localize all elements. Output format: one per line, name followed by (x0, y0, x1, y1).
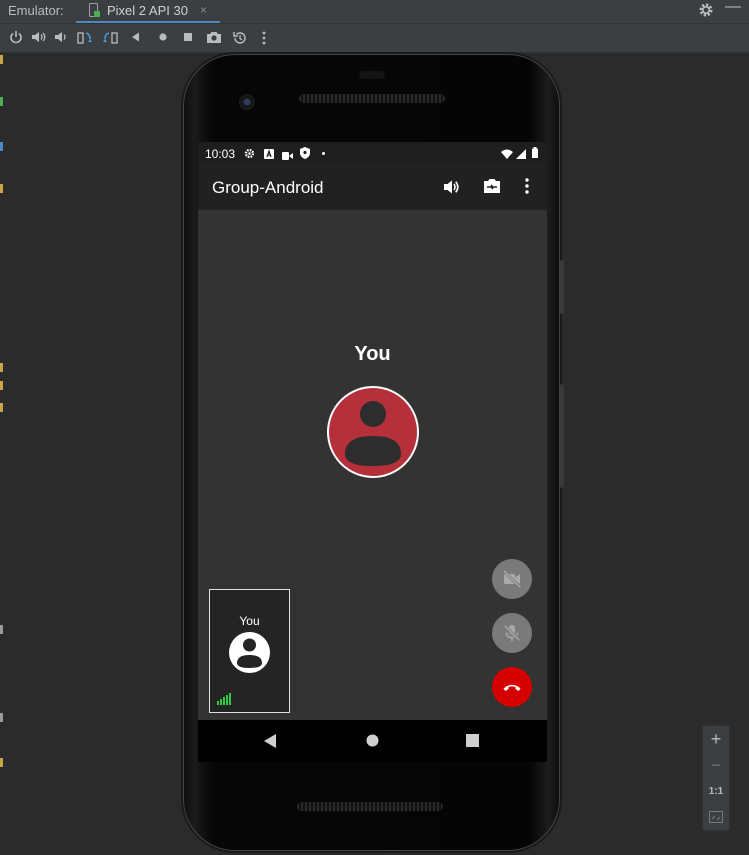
cell-signal-icon (516, 148, 526, 162)
a-notification-icon (264, 148, 274, 162)
emulator-toolbar (0, 24, 749, 53)
self-preview-name: You (239, 614, 260, 628)
device-tab[interactable]: Pixel 2 API 30 × (76, 0, 220, 23)
rotate-right-icon[interactable] (103, 30, 119, 46)
minimize-icon[interactable]: — (725, 0, 741, 16)
video-notification-icon (282, 149, 293, 163)
zoom-in-button[interactable]: + (703, 729, 729, 750)
switch-camera-icon[interactable] (482, 177, 502, 200)
power-icon[interactable] (9, 30, 25, 46)
settings-notification-icon (244, 148, 255, 162)
settings-gear-icon[interactable] (698, 2, 714, 23)
bottom-speaker-grille (297, 802, 443, 811)
zoom-controls: + − 1:1 (702, 725, 730, 831)
self-preview-avatar (229, 632, 270, 673)
power-side-button[interactable] (560, 260, 564, 314)
speaker-icon[interactable] (442, 178, 460, 201)
toggle-video-button[interactable] (492, 559, 532, 599)
overflow-menu-icon[interactable] (524, 177, 530, 200)
toggle-mic-button[interactable] (492, 613, 532, 653)
snapshot-icon[interactable] (232, 30, 248, 46)
volume-up-icon[interactable] (31, 30, 47, 46)
nav-home-icon[interactable] (366, 734, 379, 752)
top-speaker-grille (299, 94, 445, 103)
front-camera-icon (239, 94, 255, 110)
status-time: 10:03 (205, 147, 236, 161)
phone-screen: 10:03 Group-Android You You (198, 142, 547, 762)
participant-name: You (354, 343, 391, 365)
app-title: Group-Android (212, 178, 324, 197)
back-icon[interactable] (130, 30, 146, 46)
zoom-out-button[interactable]: − (703, 755, 729, 776)
volume-side-button[interactable] (560, 384, 564, 488)
zoom-actual-size-button[interactable]: 1:1 (703, 786, 729, 797)
nav-overview-icon[interactable] (466, 734, 479, 752)
screenshot-icon[interactable] (206, 30, 222, 46)
volume-down-icon[interactable] (53, 30, 69, 46)
navigation-bar (198, 720, 547, 762)
device-icon (88, 3, 100, 22)
call-view: You You (198, 210, 547, 720)
network-quality-icon (217, 692, 233, 710)
tab-close-icon[interactable]: × (200, 3, 207, 17)
nav-back-icon[interactable] (264, 734, 277, 753)
emulator-title-bar: Emulator: Pixel 2 API 30 × — (0, 0, 749, 24)
overview-icon[interactable] (182, 30, 198, 46)
proximity-sensor (359, 71, 385, 79)
more-notifications-dot (322, 152, 325, 155)
zoom-fit-icon[interactable] (703, 810, 729, 828)
status-bar: 10:03 (198, 142, 547, 164)
wifi-icon (501, 148, 513, 162)
emulator-label: Emulator: (8, 3, 64, 18)
home-icon[interactable] (157, 30, 173, 46)
participant-avatar[interactable] (327, 386, 419, 478)
app-bar: Group-Android (198, 164, 547, 210)
more-icon[interactable] (260, 30, 276, 46)
device-tab-label: Pixel 2 API 30 (107, 3, 188, 18)
self-preview-tile[interactable]: You (209, 589, 290, 713)
end-call-button[interactable] (492, 667, 532, 707)
shield-notification-icon (300, 147, 310, 162)
battery-icon (532, 147, 538, 161)
left-gutter (0, 53, 4, 855)
rotate-left-icon[interactable] (76, 30, 92, 46)
